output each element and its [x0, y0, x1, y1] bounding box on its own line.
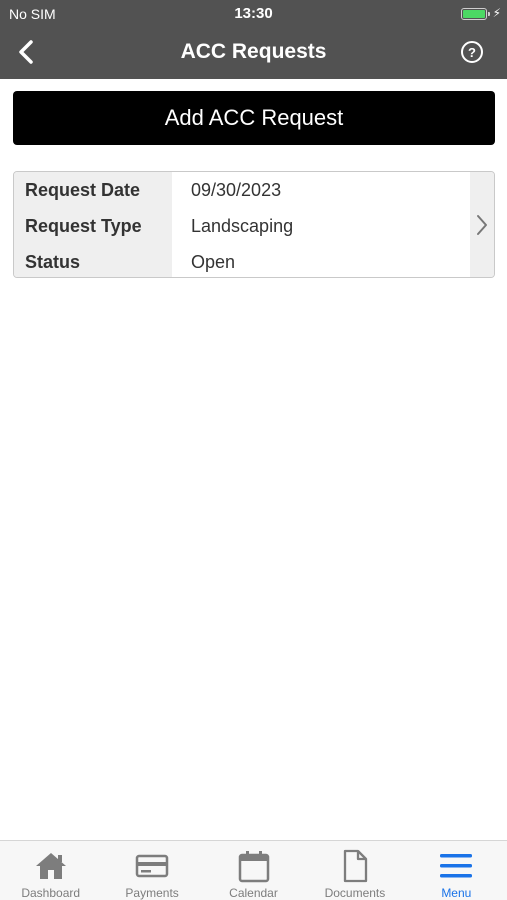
request-date-row: Request Date 09/30/2023	[14, 172, 494, 208]
request-date-value: 09/30/2023	[191, 180, 282, 200]
status-value: Open	[191, 252, 236, 272]
add-acc-request-button[interactable]: Add ACC Request	[13, 91, 495, 145]
status-time: 13:30	[234, 5, 273, 22]
request-type-value: Landscaping	[191, 216, 294, 236]
tab-menu[interactable]: Menu	[406, 841, 507, 900]
menu-icon	[440, 854, 473, 878]
home-icon	[35, 853, 66, 879]
status-row: Status Open	[14, 244, 494, 277]
tab-dashboard[interactable]: Dashboard	[0, 841, 101, 900]
tab-payments[interactable]: Payments	[101, 841, 202, 900]
card-chevron-column	[470, 172, 494, 277]
tab-bar: Dashboard Payments Calendar Documents Me…	[0, 840, 507, 900]
nav-bar: ACC Requests ?	[0, 28, 507, 79]
battery-cap	[488, 12, 490, 16]
request-type-row: Request Type Landscaping	[14, 208, 494, 244]
credit-card-icon	[135, 854, 169, 878]
tab-documents[interactable]: Documents	[304, 841, 405, 900]
tab-menu-label: Menu	[441, 886, 472, 900]
tab-documents-label: Documents	[324, 886, 386, 900]
calendar-icon	[238, 851, 269, 883]
tab-payments-label: Payments	[125, 886, 179, 900]
charging-icon: ⚡	[492, 6, 501, 20]
tab-calendar-label: Calendar	[229, 886, 278, 900]
tab-dashboard-label: Dashboard	[21, 886, 81, 900]
header: No SIM 13:30 ⚡ ACC Requests ?	[0, 0, 507, 79]
battery-icon	[461, 8, 487, 20]
page-title: ACC Requests	[180, 40, 327, 63]
document-icon	[343, 849, 368, 883]
acc-requests-screen: No SIM 13:30 ⚡ ACC Requests ? Add ACC Re…	[0, 0, 507, 900]
status-label: Status	[25, 252, 81, 272]
chevron-right-icon	[477, 214, 487, 235]
tab-calendar[interactable]: Calendar	[203, 841, 304, 900]
help-button[interactable]: ?	[461, 41, 483, 63]
question-circle-icon: ?	[468, 44, 476, 60]
request-card[interactable]: Request Date 09/30/2023 Request Type Lan…	[13, 171, 495, 278]
request-type-label: Request Type	[25, 216, 142, 236]
request-date-label: Request Date	[25, 180, 141, 200]
status-bar: No SIM 13:30 ⚡	[0, 0, 507, 28]
